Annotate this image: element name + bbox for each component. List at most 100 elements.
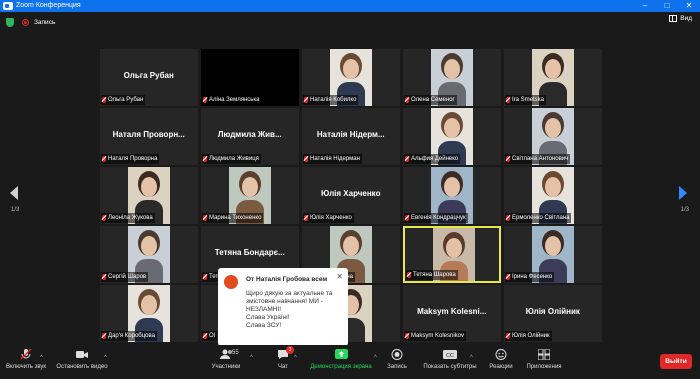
- chat-chevron-icon[interactable]: ^: [294, 355, 297, 361]
- apps-button[interactable]: Приложения: [522, 348, 566, 370]
- participant-display-name: Тетяна Бондарє...: [214, 248, 285, 257]
- muted-mic-icon: [203, 96, 207, 103]
- person-head: [343, 236, 359, 256]
- participant-tile[interactable]: Марина Тихоненко: [201, 167, 299, 224]
- person-head: [141, 236, 157, 256]
- chat-message: Щиро дякую за актуальне та змістовне нав…: [246, 290, 333, 329]
- participant-name-label: Людмила Живиця: [202, 153, 261, 164]
- stop-video-button[interactable]: Остановить видео: [54, 349, 110, 370]
- participant-name: Ірина Фесенко: [512, 273, 553, 280]
- participant-tile[interactable]: Maksym Kolesni... Maksym Kolesnikov: [403, 285, 501, 342]
- participant-display-name: Maksym Kolesni...: [417, 307, 487, 316]
- chat-bubble-icon: 3: [277, 346, 294, 360]
- share-screen-label: Демонстрация экрана: [310, 364, 372, 370]
- apps-label: Приложения: [526, 364, 562, 370]
- muted-mic-icon: [506, 155, 510, 162]
- participant-name-label: Ольга Рубан: [101, 94, 146, 105]
- security-shield-icon[interactable]: [6, 17, 14, 27]
- participant-name-label: Леоніла Жукова: [101, 212, 155, 223]
- close-icon[interactable]: ✕: [336, 272, 343, 281]
- participant-name-label: Світлана Антонович: [505, 153, 571, 164]
- muted-mic-icon: [20, 348, 32, 360]
- muted-mic-icon: [102, 155, 106, 162]
- person-head: [545, 59, 561, 79]
- participant-tile[interactable]: Ira Smetska: [504, 49, 602, 106]
- participant-tile[interactable]: Наталія Нідерм... Наталія Нідерман: [302, 108, 400, 165]
- muted-mic-icon: [405, 155, 409, 162]
- participant-display-name: Юлія Харченко: [321, 189, 381, 198]
- zoom-logo-icon: [3, 2, 13, 10]
- reactions-button[interactable]: Реакции: [486, 349, 516, 370]
- stop-video-label: Остановить видео: [56, 364, 108, 370]
- grid-view-icon: [669, 15, 678, 22]
- apps-icon: [537, 348, 551, 361]
- participant-display-name: Ольга Рубан: [123, 71, 174, 80]
- participants-chevron-icon[interactable]: ^: [250, 355, 253, 361]
- muted-mic-icon: [405, 214, 409, 221]
- muted-mic-icon: [102, 273, 106, 280]
- participant-name-label: Евгенія Кондрацчук: [404, 212, 468, 223]
- close-window-icon[interactable]: ✕: [678, 0, 700, 12]
- participant-tile[interactable]: Людмила Жив... Людмила Живиця: [201, 108, 299, 165]
- participant-tile[interactable]: Тетяна Шарова: [403, 226, 501, 283]
- muted-mic-icon: [304, 155, 308, 162]
- audio-options-chevron-icon[interactable]: ^: [40, 355, 43, 361]
- meeting-topbar: Запись Вид: [0, 12, 700, 32]
- chat-button[interactable]: 3 Чат: [270, 346, 296, 370]
- view-button[interactable]: Вид: [669, 15, 692, 22]
- person-head: [545, 118, 561, 138]
- participant-tile[interactable]: Наталя Проворн... Наталя Проворна: [100, 108, 198, 165]
- video-options-chevron-icon[interactable]: ^: [104, 355, 107, 361]
- participant-tile[interactable]: Сергій Шаров: [100, 226, 198, 283]
- share-screen-button[interactable]: Демонстрация экрана: [308, 349, 374, 370]
- participants-label: Участники: [211, 364, 241, 370]
- minimize-icon[interactable]: –: [634, 0, 656, 12]
- captions-chevron-icon[interactable]: ^: [470, 355, 473, 361]
- participant-tile[interactable]: Юлія Олійник Юлія Олійник: [504, 285, 602, 342]
- participant-tile[interactable]: Світлана Антонович: [504, 108, 602, 165]
- participant-display-name: Наталія Нідерм...: [316, 130, 385, 139]
- participants-button[interactable]: Участники: [204, 349, 248, 370]
- participant-tile[interactable]: Ольга Рубан Ольга Рубан: [100, 49, 198, 106]
- share-chevron-icon[interactable]: ^: [374, 355, 377, 361]
- participant-tile[interactable]: Ірина Фесенко: [504, 226, 602, 283]
- chat-notification[interactable]: От Наталія Гробова всем ✕ Щиро дякую за …: [218, 268, 348, 346]
- participant-tile[interactable]: Олена Семеног: [403, 49, 501, 106]
- leave-button[interactable]: Выйти: [660, 354, 692, 369]
- muted-mic-icon: [203, 273, 207, 280]
- participant-name-label: Сергій Шаров: [101, 271, 149, 282]
- muted-mic-icon: [506, 96, 510, 103]
- participant-tile[interactable]: Леоніла Жукова: [100, 167, 198, 224]
- muted-mic-icon: [102, 332, 106, 339]
- window-titlebar: Zoom Конференция – □ ✕: [0, 0, 700, 12]
- muted-mic-icon: [304, 96, 308, 103]
- participant-name: Тетяна Шарова: [413, 271, 456, 278]
- meeting-toolbar: Включить звук ^ Остановить видео ^ Участ…: [0, 345, 700, 379]
- participant-tile[interactable]: Юлія Харченко Юлія Харченко: [302, 167, 400, 224]
- participant-name: Леоніла Жукова: [108, 214, 153, 221]
- participant-tile[interactable]: Евгенія Кондрацчук: [403, 167, 501, 224]
- participant-tile[interactable]: Ермоленко Світлана: [504, 167, 602, 224]
- record-button[interactable]: Запись: [384, 349, 410, 370]
- participant-tile[interactable]: Дар'я Коробцова: [100, 285, 198, 342]
- participants-count: 55: [232, 350, 239, 356]
- maximize-icon[interactable]: □: [656, 0, 678, 12]
- next-page-arrow[interactable]: [679, 186, 687, 200]
- participant-name-label: Юлія Олійник: [505, 330, 552, 341]
- participant-name: Наталія Нідерман: [310, 155, 360, 162]
- window-title: Zoom Конференция: [16, 2, 81, 9]
- participant-name-label: Ірина Фесенко: [505, 271, 555, 282]
- share-screen-icon: [334, 349, 348, 360]
- muted-mic-icon: [203, 155, 207, 162]
- participant-name: Сергій Шаров: [108, 273, 147, 280]
- participant-tile[interactable]: Аліна Землянська: [201, 49, 299, 106]
- person-head: [141, 177, 157, 197]
- participant-name-label: Maksym Kolesnikov: [404, 330, 467, 341]
- previous-page-arrow[interactable]: [10, 186, 18, 200]
- chat-sender: От Наталія Гробова всем: [246, 276, 328, 283]
- video-camera-icon: [76, 349, 88, 360]
- participant-tile[interactable]: Альфия Дейнеко: [403, 108, 501, 165]
- muted-mic-icon: [506, 214, 510, 221]
- participant-tile[interactable]: Наталія Кобилко: [302, 49, 400, 106]
- participant-name-label: Ol: [202, 330, 217, 341]
